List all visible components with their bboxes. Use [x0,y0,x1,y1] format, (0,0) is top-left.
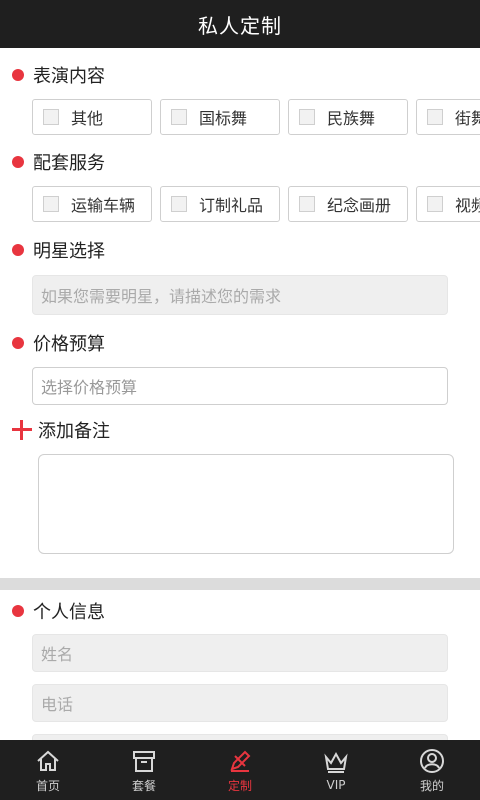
performance-option-ballroom[interactable]: 国标舞 [160,99,280,135]
checkbox-icon[interactable] [299,109,315,125]
tab-label: 定制 [227,778,252,793]
option-label: 民族舞 [327,109,376,128]
service-option-gifts[interactable]: 订制礼品 [160,186,280,222]
performance-options: 其他 国标舞 民族舞 街舞 [32,99,480,137]
phone-placeholder: 电话 [41,695,74,714]
package-icon [133,750,155,772]
tab-home[interactable]: 首页 [0,740,96,800]
tab-mine[interactable]: 我的 [384,740,480,800]
personal-title: 个人信息 [33,602,105,623]
bullet-dot-icon [12,337,24,349]
checkbox-icon[interactable] [43,196,59,212]
crown-icon [324,751,348,773]
checkbox-icon[interactable] [427,196,443,212]
services-options: 运输车辆 订制礼品 纪念画册 视频 [32,186,480,224]
tab-vip[interactable]: VIP [288,740,384,800]
checkbox-icon[interactable] [171,109,187,125]
tab-label: 首页 [35,778,60,793]
home-icon [37,750,59,771]
section-divider [0,578,480,590]
notes-textarea[interactable] [38,454,454,554]
bullet-dot-icon [12,69,24,81]
user-icon [420,748,444,773]
option-label: 街舞 [455,109,480,128]
bullet-dot-icon [12,605,24,617]
name-placeholder: 姓名 [41,645,74,664]
notes-title: 添加备注 [38,421,110,442]
service-option-video[interactable]: 视频 [416,186,480,222]
tab-label: VIP [326,778,346,792]
performance-option-other[interactable]: 其他 [32,99,152,135]
name-input[interactable]: 姓名 [32,634,448,672]
bottom-tabbar: 首页 套餐 定制 VIP 我的 [0,740,480,800]
performance-option-street[interactable]: 街舞 [416,99,480,135]
custom-form: 表演内容 其他 国标舞 民族舞 街舞 配套服务 运输车辆 订制礼品 纪念画册 视… [0,48,480,740]
checkbox-icon[interactable] [299,196,315,212]
option-label: 视频 [455,196,480,215]
checkbox-icon[interactable] [427,109,443,125]
option-label: 订制礼品 [199,196,264,215]
option-label: 国标舞 [199,109,248,128]
services-section-title: 配套服务 [12,149,105,175]
option-label: 运输车辆 [71,196,136,215]
notes-section-title[interactable]: 添加备注 [12,417,110,443]
performance-title: 表演内容 [33,66,105,87]
tab-label: 我的 [419,778,444,793]
budget-section-title: 价格预算 [12,330,105,356]
checkbox-icon[interactable] [43,109,59,125]
budget-placeholder: 选择价格预算 [41,378,138,397]
performance-section-title: 表演内容 [12,62,105,88]
services-title: 配套服务 [33,153,105,174]
page-title: 私人定制 [198,13,282,38]
bullet-dot-icon [12,244,24,256]
option-label: 纪念画册 [327,196,392,215]
option-label: 其他 [71,109,104,128]
checkbox-icon[interactable] [171,196,187,212]
service-option-album[interactable]: 纪念画册 [288,186,408,222]
app-header: 私人定制 [0,0,480,48]
service-option-transport[interactable]: 运输车辆 [32,186,152,222]
tab-package[interactable]: 套餐 [96,740,192,800]
phone-input[interactable]: 电话 [32,684,448,722]
star-section-title: 明星选择 [12,237,105,263]
tab-customize[interactable]: 定制 [192,740,288,800]
budget-title: 价格预算 [33,334,105,355]
customize-icon [230,750,251,772]
budget-select[interactable]: 选择价格预算 [32,367,448,405]
star-request-input[interactable]: 如果您需要明星，请描述您的需求 [32,275,448,315]
tab-label: 套餐 [131,778,156,793]
star-placeholder: 如果您需要明星，请描述您的需求 [41,287,282,306]
performance-option-folk[interactable]: 民族舞 [288,99,408,135]
personal-section-title: 个人信息 [12,598,105,624]
star-title: 明星选择 [33,241,105,262]
bullet-dot-icon [12,156,24,168]
add-icon[interactable] [12,420,32,440]
